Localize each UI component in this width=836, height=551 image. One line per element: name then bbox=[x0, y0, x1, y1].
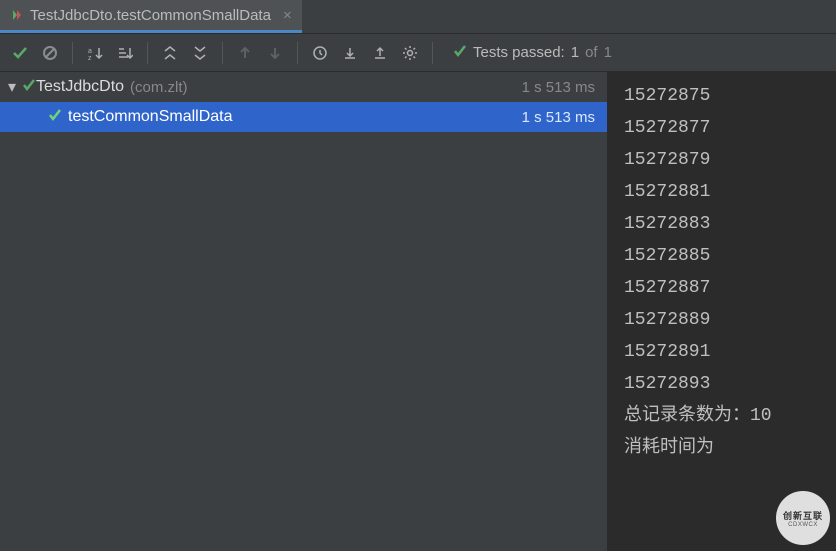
test-item-time: 1 s 513 ms bbox=[522, 109, 595, 126]
console-line: 15272879 bbox=[624, 144, 820, 176]
tab-title: TestJdbcDto.testCommonSmallData bbox=[30, 7, 271, 24]
svg-text:z: z bbox=[88, 55, 92, 61]
run-config-icon bbox=[10, 8, 24, 22]
watermark-bottom: CDXWCX bbox=[788, 522, 818, 528]
show-ignored-icon[interactable] bbox=[36, 39, 64, 67]
console-line: 15272877 bbox=[624, 112, 820, 144]
close-icon[interactable]: × bbox=[283, 7, 292, 24]
watermark-badge: 创新互联 CDXWCX bbox=[776, 491, 830, 545]
test-class-name: TestJdbcDto bbox=[36, 78, 124, 96]
sort-alpha-icon[interactable]: az bbox=[81, 39, 109, 67]
tests-status-of: of bbox=[585, 44, 598, 61]
tests-status-count: 1 bbox=[571, 44, 579, 61]
export-tests-icon[interactable] bbox=[366, 39, 394, 67]
console-line: 15272883 bbox=[624, 208, 820, 240]
show-passed-icon[interactable] bbox=[6, 39, 34, 67]
tests-status-total: 1 bbox=[604, 44, 612, 61]
collapse-all-icon[interactable] bbox=[186, 39, 214, 67]
tab-run-config[interactable]: TestJdbcDto.testCommonSmallData × bbox=[0, 0, 302, 33]
sort-duration-icon[interactable] bbox=[111, 39, 139, 67]
console-line: 15272887 bbox=[624, 272, 820, 304]
console-line: 15272881 bbox=[624, 176, 820, 208]
next-failed-icon[interactable] bbox=[261, 39, 289, 67]
prev-failed-icon[interactable] bbox=[231, 39, 259, 67]
test-package: (com.zlt) bbox=[130, 79, 188, 96]
expand-all-icon[interactable] bbox=[156, 39, 184, 67]
check-icon bbox=[48, 108, 62, 127]
check-icon bbox=[22, 78, 36, 97]
import-tests-icon[interactable] bbox=[336, 39, 364, 67]
test-tree-root[interactable]: ▾ TestJdbcDto (com.zlt) 1 s 513 ms bbox=[0, 72, 607, 102]
watermark-top: 创新互联 bbox=[783, 509, 823, 522]
console-line: 15272889 bbox=[624, 304, 820, 336]
toolbar-separator bbox=[297, 42, 298, 64]
tab-bar: TestJdbcDto.testCommonSmallData × bbox=[0, 0, 836, 34]
console-line: 15272891 bbox=[624, 336, 820, 368]
tests-status-prefix: Tests passed: bbox=[473, 44, 565, 61]
main-area: ▾ TestJdbcDto (com.zlt) 1 s 513 ms testC… bbox=[0, 72, 836, 551]
chevron-down-icon[interactable]: ▾ bbox=[8, 77, 22, 97]
test-tree-item[interactable]: testCommonSmallData 1 s 513 ms bbox=[0, 102, 607, 132]
toolbar-separator bbox=[147, 42, 148, 64]
toolbar-separator bbox=[72, 42, 73, 64]
console-line: 15272875 bbox=[624, 80, 820, 112]
test-root-time: 1 s 513 ms bbox=[522, 79, 595, 96]
settings-icon[interactable] bbox=[396, 39, 424, 67]
test-tree-panel: ▾ TestJdbcDto (com.zlt) 1 s 513 ms testC… bbox=[0, 72, 608, 551]
toolbar-separator bbox=[222, 42, 223, 64]
console-line: 消耗时间为 bbox=[624, 432, 820, 464]
check-icon bbox=[453, 44, 467, 62]
tests-status: Tests passed: 1 of 1 bbox=[453, 44, 612, 62]
console-line: 总记录条数为：10 bbox=[624, 400, 820, 432]
console-line: 15272893 bbox=[624, 368, 820, 400]
test-history-icon[interactable] bbox=[306, 39, 334, 67]
console-output[interactable]: 15272875 15272877 15272879 15272881 1527… bbox=[608, 72, 836, 551]
svg-text:a: a bbox=[88, 48, 92, 55]
test-method-name: testCommonSmallData bbox=[68, 108, 233, 126]
test-toolbar: az Tests passed: 1 of 1 bbox=[0, 34, 836, 72]
toolbar-separator bbox=[432, 42, 433, 64]
console-line: 15272885 bbox=[624, 240, 820, 272]
